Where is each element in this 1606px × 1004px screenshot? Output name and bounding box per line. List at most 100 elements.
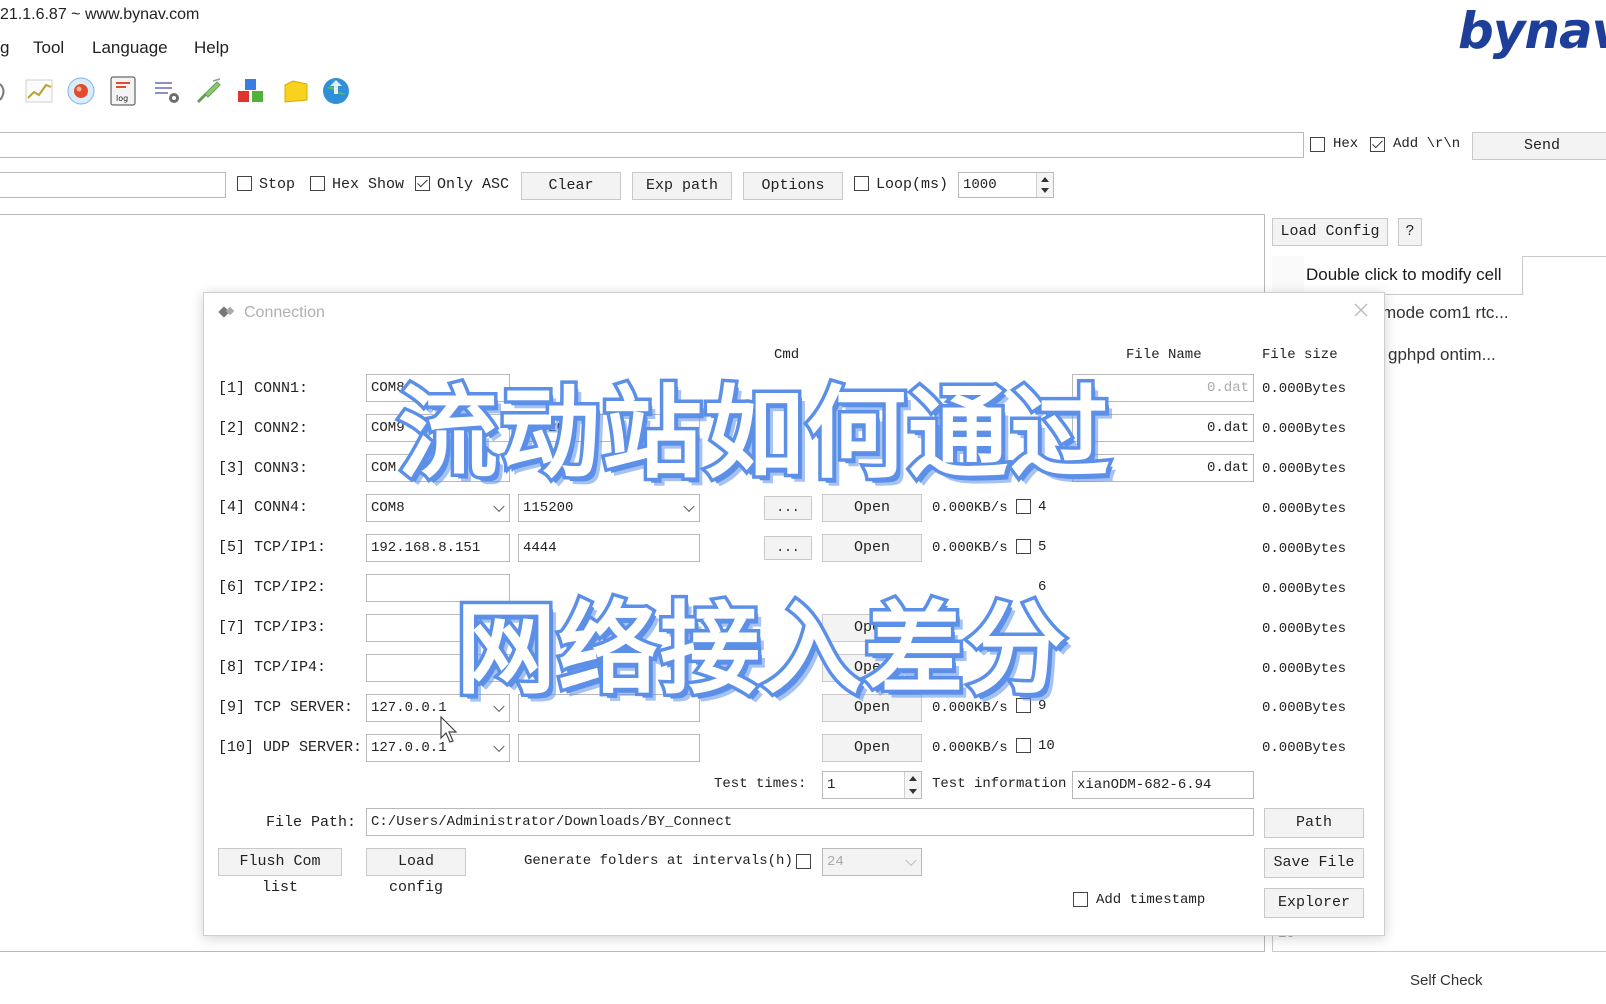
explorer-button[interactable]: Explorer	[1264, 888, 1364, 918]
tcp1-log-checkbox[interactable]	[1016, 539, 1031, 554]
conn-row-label: [6] TCP/IP2:	[218, 579, 327, 596]
satellite-icon[interactable]	[193, 76, 223, 106]
conn4-file-size: 0.000Bytes	[1262, 501, 1347, 517]
only-asc-label: Only ASC	[437, 176, 510, 193]
generate-folders-checkbox[interactable]	[796, 854, 811, 869]
conn3-file-size: 0.000Bytes	[1262, 461, 1347, 477]
folder-icon[interactable]	[281, 76, 311, 106]
port-select[interactable]	[0, 172, 226, 198]
conn-row-label: [7] TCP/IP3:	[218, 619, 327, 636]
udp-server-ip-select[interactable]: 127.0.0.1	[366, 734, 510, 762]
hex-show-label: Hex Show	[332, 176, 405, 193]
chart-line-icon[interactable]	[24, 76, 54, 106]
test-times-input[interactable]: 1	[822, 771, 922, 799]
udp-server-file-size: 0.000Bytes	[1262, 740, 1347, 756]
partial-icon[interactable]	[0, 76, 8, 106]
exp-path-button[interactable]: Exp path	[632, 172, 732, 200]
load-config-button[interactable]: Load Config	[1272, 218, 1388, 246]
chevron-down-icon	[493, 500, 505, 513]
conn4-cmd-button[interactable]: ...	[764, 496, 812, 520]
conn-row-label: [2] CONN2:	[218, 420, 309, 437]
add-rn-checkbox[interactable]	[1370, 137, 1385, 152]
menu-item-language[interactable]: Language	[92, 38, 168, 58]
interval-select[interactable]: 24	[822, 848, 922, 876]
load-config-dialog-button[interactable]: Load config	[366, 848, 466, 896]
table-row[interactable]: gphpd ontim...	[1388, 345, 1496, 365]
conn4-port-select[interactable]: COM8	[366, 494, 510, 522]
tcp1-cmd-button[interactable]: ...	[764, 536, 812, 560]
options-button[interactable]: Options	[743, 172, 843, 200]
caption-line-2: 网络接入差分	[453, 588, 1070, 712]
mouse-cursor-icon	[440, 716, 458, 743]
menu-item-tool[interactable]: Tool	[33, 38, 64, 58]
clear-button[interactable]: Clear	[521, 172, 621, 200]
test-info-label: Test information	[932, 776, 1067, 792]
conn-row-label: [9] TCP SERVER:	[218, 699, 354, 716]
chevron-down-icon	[905, 854, 917, 867]
conn4-open-button[interactable]: Open	[822, 494, 922, 522]
conn-row-label: [10] UDP SERVER:	[218, 739, 363, 756]
flush-com-list-button[interactable]: Flush Com list	[218, 848, 342, 896]
record-icon[interactable]	[66, 76, 96, 106]
command-input[interactable]	[0, 132, 1304, 158]
help-button[interactable]: ?	[1398, 218, 1422, 246]
hex-label: Hex	[1333, 136, 1359, 152]
table-row[interactable]: mode com1 rtc...	[1382, 303, 1509, 323]
tcp-server-file-size: 0.000Bytes	[1262, 700, 1347, 716]
cubes-icon[interactable]	[235, 76, 265, 106]
loop-label: Loop(ms)	[876, 176, 949, 193]
table-header-cell[interactable]: Double click to modify cell	[1304, 256, 1523, 295]
caption-line-1: 流动站如何通过	[395, 372, 1114, 496]
conn-row-label: [3] CONN3:	[218, 460, 309, 477]
connection-icon	[218, 303, 236, 325]
menu-item-settings[interactable]: g	[0, 38, 9, 58]
close-icon[interactable]	[1352, 301, 1370, 319]
conn4-log-checkbox[interactable]	[1016, 499, 1031, 514]
test-times-label: Test times:	[714, 776, 807, 792]
chevron-down-icon	[683, 500, 695, 513]
globe-update-icon[interactable]	[321, 76, 351, 106]
stop-checkbox[interactable]	[237, 176, 252, 191]
path-button[interactable]: Path	[1264, 808, 1364, 838]
only-asc-checkbox[interactable]	[415, 176, 430, 191]
tcp1-ip-input[interactable]: 192.168.8.151	[366, 534, 510, 562]
save-file-button[interactable]: Save File	[1264, 848, 1364, 878]
test-times-value: 1	[827, 777, 836, 793]
tcp3-file-size: 0.000Bytes	[1262, 621, 1347, 637]
udp-server-ip-value: 127.0.0.1	[371, 740, 447, 756]
file-path-input[interactable]: C:/Users/Administrator/Downloads/BY_Conn…	[366, 808, 1254, 836]
spin-arrows-icon[interactable]	[1036, 173, 1053, 197]
loop-interval-input[interactable]: 1000	[958, 172, 1054, 198]
conn4-baud-select[interactable]: 115200	[518, 494, 700, 522]
file-path-label: File Path:	[266, 814, 357, 831]
tcp1-port-input[interactable]: 4444	[518, 534, 700, 562]
conn1-file-size: 0.000Bytes	[1262, 381, 1347, 397]
settings-list-icon[interactable]	[152, 76, 182, 106]
conn-row-label: [5] TCP/IP1:	[218, 539, 327, 556]
svg-text:log: log	[116, 94, 128, 103]
spin-arrows-icon[interactable]	[904, 772, 921, 798]
stop-label: Stop	[259, 176, 296, 193]
send-button[interactable]: Send	[1472, 132, 1606, 160]
udp-server-speed: 0.000KB/s	[932, 740, 1008, 756]
conn-row-label: [1] CONN1:	[218, 380, 309, 397]
hex-checkbox[interactable]	[1310, 137, 1325, 152]
file-name-header: File Name	[1126, 347, 1202, 363]
tcp1-file-size: 0.000Bytes	[1262, 541, 1347, 557]
udp-server-port-input[interactable]	[518, 734, 700, 762]
bynav-logo: bynav	[1458, 2, 1606, 60]
tcp1-open-button[interactable]: Open	[822, 534, 922, 562]
conn-row-label: [8] TCP/IP4:	[218, 659, 327, 676]
test-info-input[interactable]: xianODM-682-6.94	[1072, 771, 1254, 799]
conn4-baud-value: 115200	[523, 500, 574, 516]
menu-item-help[interactable]: Help	[194, 38, 229, 58]
loop-checkbox[interactable]	[854, 176, 869, 191]
add-timestamp-checkbox[interactable]	[1073, 892, 1088, 907]
udp-server-open-button[interactable]: Open	[822, 734, 922, 762]
udp-server-log-checkbox[interactable]	[1016, 738, 1031, 753]
hex-show-checkbox[interactable]	[310, 176, 325, 191]
tcp-server-ip-value: 127.0.0.1	[371, 700, 447, 716]
log-icon[interactable]: log	[108, 76, 138, 106]
table-row-header-stub	[1272, 256, 1305, 294]
self-check-label: Self Check	[1410, 972, 1483, 989]
